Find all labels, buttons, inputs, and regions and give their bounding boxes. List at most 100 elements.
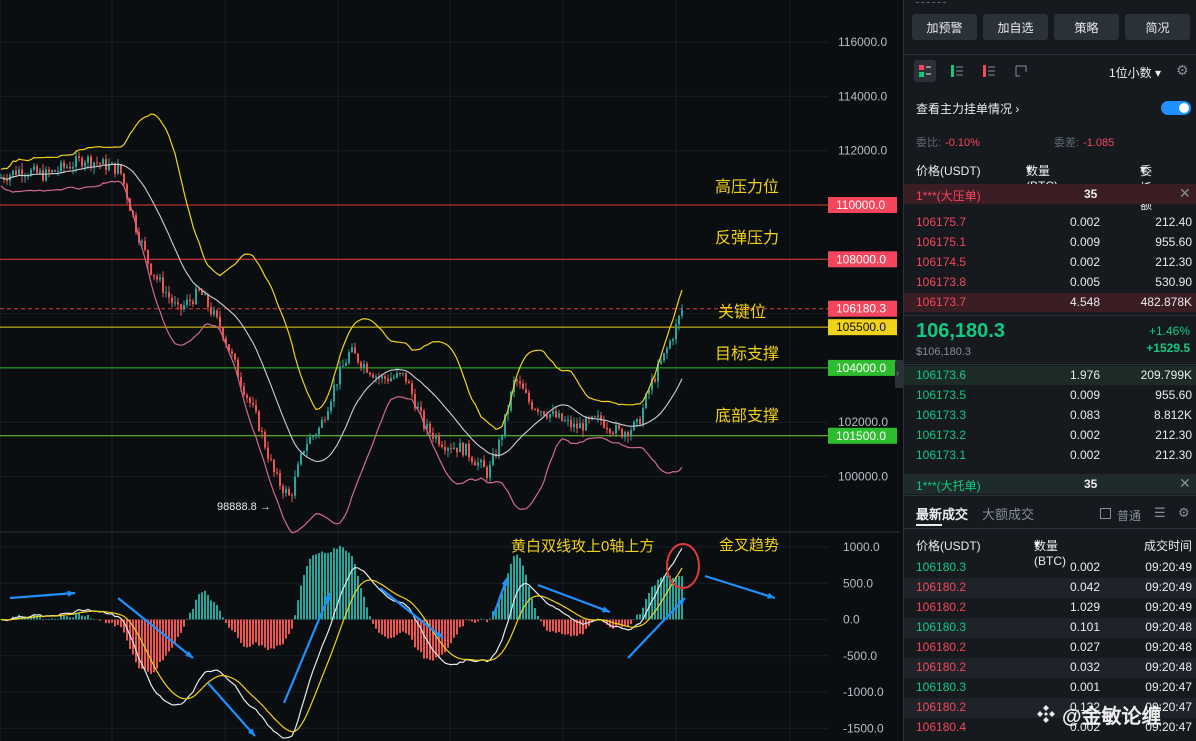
kline-chart[interactable]: 116000.0 114000.0 112000.0 102000.0 100000.0… xyxy=(0,0,900,741)
candle-body xyxy=(192,301,194,305)
trade-qty: 0.002 xyxy=(1069,560,1100,574)
candle-body xyxy=(186,299,188,305)
macd-bar xyxy=(147,619,149,672)
candle-body xyxy=(321,419,323,428)
big-bid-row[interactable]: 1***(大托单) 35 ✕ xyxy=(904,474,1196,494)
macd-bar xyxy=(240,619,242,643)
decimal-select[interactable]: 1位小数 ▾ xyxy=(1109,64,1161,81)
sort-list-icon[interactable]: ☰ xyxy=(1154,505,1166,521)
trade-row[interactable]: 106180.3 0.101 09:20:48 xyxy=(904,618,1196,638)
bid-row[interactable]: 106173.2 0.002 212.30 xyxy=(904,426,1196,445)
normal-checkbox[interactable] xyxy=(1100,508,1111,519)
trade-row[interactable]: 106180.3 0.001 09:20:47 xyxy=(904,678,1196,698)
macd-bar xyxy=(474,619,476,623)
overview-button[interactable]: 简况 xyxy=(1125,14,1190,40)
macd-bar xyxy=(423,619,425,659)
tab-latest-trades[interactable]: 最新成交 xyxy=(916,507,968,522)
both-sides-view-icon[interactable] xyxy=(914,60,936,82)
candle-body xyxy=(231,351,233,354)
strategy-button[interactable]: 策略 xyxy=(1054,14,1119,40)
qty-header[interactable]: 数量 (BTC) ▾ xyxy=(1026,162,1058,193)
bid-row[interactable]: 106173.6 1.976 209.799K xyxy=(904,366,1196,385)
bid-row[interactable]: 106173.3 0.083 8.812K xyxy=(904,406,1196,425)
add-alert-button[interactable]: 加预警 xyxy=(912,14,977,40)
macd-bar xyxy=(531,598,533,620)
ask-row[interactable]: 106174.5 0.002 212.30 xyxy=(904,253,1196,272)
total-header[interactable]: 委托额 ▾ xyxy=(1140,162,1152,212)
big-ask-row[interactable]: 1***(大压单) 35 ✕ xyxy=(904,184,1196,204)
add-watchlist-button[interactable]: 加自选 xyxy=(983,14,1048,40)
close-icon[interactable]: ✕ xyxy=(1179,475,1191,492)
candle-body xyxy=(528,392,530,402)
macd-bar xyxy=(645,598,647,620)
macd-bar xyxy=(81,615,83,620)
candle-body xyxy=(549,413,551,418)
depth-toggle-switch[interactable] xyxy=(1161,101,1191,115)
macd-bar xyxy=(228,619,230,628)
macd-bar xyxy=(243,619,245,647)
macd-bar xyxy=(456,619,458,635)
candle-body xyxy=(501,436,503,440)
bids-only-view-icon[interactable] xyxy=(946,60,968,82)
macd-bar xyxy=(468,619,470,621)
trade-tabs: 最新成交 大额成交 xyxy=(916,504,1034,523)
ask-row[interactable]: 106175.7 0.002 212.40 xyxy=(904,213,1196,232)
candle-body xyxy=(453,447,455,450)
candle-body xyxy=(432,432,434,439)
candle-body xyxy=(267,447,269,459)
trade-price: 106180.2 xyxy=(916,700,967,714)
ask-total: 482.878K xyxy=(1140,295,1192,309)
target-support-label: 目标支撑 xyxy=(715,345,779,363)
macd-bar xyxy=(78,612,80,620)
trade-time: 09:20:48 xyxy=(1145,640,1192,654)
candle-body xyxy=(189,299,191,302)
tab-large-trades[interactable]: 大额成交 xyxy=(982,507,1034,522)
change-percent: +1.46% xyxy=(1148,324,1190,338)
depth-toggle-label[interactable]: 查看主力挂单情况 › xyxy=(916,100,1019,117)
gear-icon[interactable]: ⚙ xyxy=(1176,62,1189,79)
trade-row[interactable]: 106180.2 1.029 09:20:49 xyxy=(904,598,1196,618)
ask-row[interactable]: 106175.1 0.009 955.60 xyxy=(904,233,1196,252)
candle-body xyxy=(570,419,572,428)
trade-row[interactable]: 106180.2 0.032 09:20:48 xyxy=(904,658,1196,678)
ask-row[interactable]: 106173.7 4.548 482.878K xyxy=(904,293,1196,312)
macd-bar xyxy=(516,554,518,620)
bid-row[interactable]: 106173.1 0.002 212.30 xyxy=(904,446,1196,465)
macd-bar xyxy=(489,618,491,620)
close-icon[interactable]: ✕ xyxy=(1179,185,1191,202)
asks-only-view-icon[interactable] xyxy=(978,60,1000,82)
macd-bar xyxy=(279,619,281,646)
trade-row[interactable]: 106180.2 0.042 09:20:49 xyxy=(904,578,1196,598)
ask-row[interactable]: 106173.8 0.005 530.90 xyxy=(904,273,1196,292)
macd-bar xyxy=(615,619,617,626)
gear-icon[interactable]: ⚙ xyxy=(1178,505,1190,521)
trade-price: 106180.2 xyxy=(916,640,967,654)
candle-body xyxy=(303,451,305,454)
macd-bar xyxy=(534,608,536,620)
watermark: @金敏论缠 xyxy=(1062,706,1162,728)
trade-qty-header[interactable]: 数量(BTC) ▾ xyxy=(1034,537,1066,568)
macd-bar xyxy=(309,558,311,620)
bollinger-lower-line xyxy=(0,180,683,534)
ask-qty: 0.002 xyxy=(1069,215,1100,229)
change-absolute: +1529.5 xyxy=(1146,341,1190,355)
candle-body xyxy=(324,419,326,421)
chart-canvas[interactable]: 116000.0 114000.0 112000.0 102000.0 100000.0… xyxy=(0,0,900,741)
macd-bar xyxy=(567,619,569,635)
trade-row[interactable]: 106180.2 0.027 09:20:48 xyxy=(904,638,1196,658)
candle-body xyxy=(675,324,677,340)
macd-bar xyxy=(459,619,461,628)
candle-body xyxy=(183,304,185,310)
depth-view-icon[interactable] xyxy=(1010,60,1032,82)
candle-body xyxy=(369,372,371,375)
trade-row[interactable]: 106180.3 0.002 09:20:49 xyxy=(904,558,1196,578)
macd-bar xyxy=(273,619,275,649)
candle-body xyxy=(636,418,638,422)
candle-body xyxy=(36,166,38,173)
price-tag-text: 104000.0 xyxy=(836,361,886,375)
bid-qty: 1.976 xyxy=(1069,368,1100,382)
candle-body xyxy=(339,366,341,385)
panel-resize-handle[interactable]: › xyxy=(895,360,903,388)
bid-row[interactable]: 106173.5 0.009 955.60 xyxy=(904,386,1196,405)
candle-body xyxy=(489,464,491,478)
